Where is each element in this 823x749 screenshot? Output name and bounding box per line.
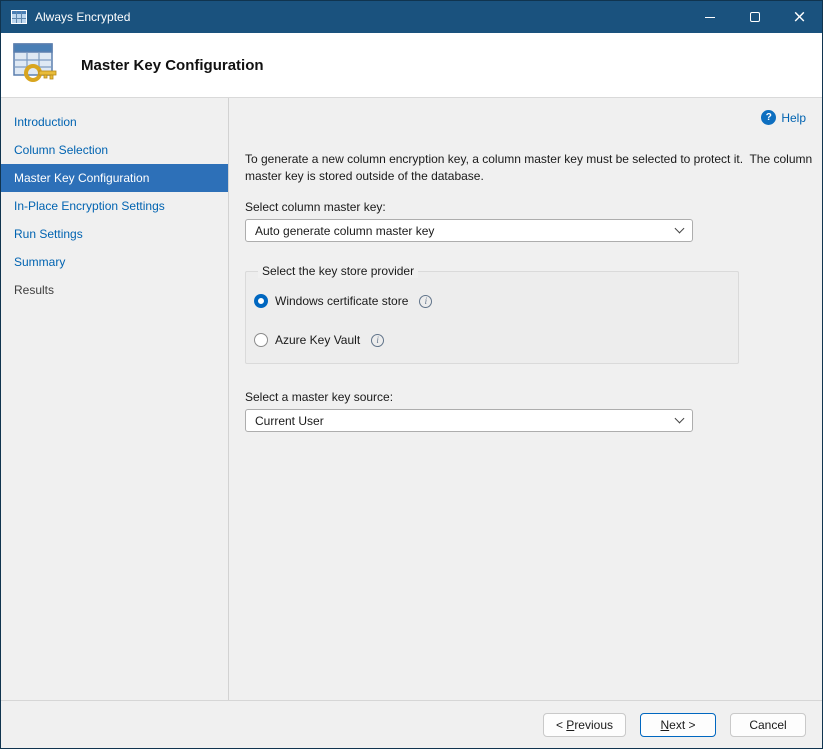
maximize-button[interactable] — [732, 1, 777, 33]
radio-selected-icon[interactable] — [254, 294, 268, 308]
app-icon — [11, 10, 27, 24]
column-master-key-value: Auto generate column master key — [255, 224, 434, 238]
help-row: ? Help — [245, 110, 806, 125]
chevron-down-icon — [675, 414, 685, 424]
titlebar: Always Encrypted × — [1, 1, 822, 33]
help-link[interactable]: ? Help — [761, 110, 806, 125]
column-master-key-combobox[interactable]: Auto generate column master key — [245, 219, 693, 242]
help-icon: ? — [761, 110, 776, 125]
sidebar-item-column-selection[interactable]: Column Selection — [1, 136, 228, 164]
master-key-source-combobox[interactable]: Current User — [245, 409, 693, 432]
always-encrypted-wizard-window: Always Encrypted × Master Key Configurat… — [0, 0, 823, 749]
radio-azure-key-vault-label: Azure Key Vault — [275, 333, 360, 347]
sidebar: Introduction Column Selection Master Key… — [1, 98, 229, 700]
content-pane: ? Help To generate a new column encrypti… — [229, 98, 822, 700]
sidebar-item-introduction[interactable]: Introduction — [1, 108, 228, 136]
master-key-source-value: Current User — [255, 414, 324, 428]
next-button[interactable]: Next > — [640, 713, 716, 737]
window-title: Always Encrypted — [35, 10, 687, 24]
sidebar-item-master-key-configuration[interactable]: Master Key Configuration — [1, 164, 228, 192]
radio-azure-key-vault[interactable]: Azure Key Vault i — [254, 333, 726, 347]
minimize-button[interactable] — [687, 1, 732, 33]
radio-windows-certificate-store[interactable]: Windows certificate store i — [254, 294, 726, 308]
sidebar-item-in-place-encryption-settings[interactable]: In-Place Encryption Settings — [1, 192, 228, 220]
close-icon: × — [792, 9, 806, 26]
key-store-provider-group-label: Select the key store provider — [258, 264, 418, 278]
page-title: Master Key Configuration — [81, 57, 264, 74]
info-icon[interactable]: i — [371, 334, 384, 347]
sidebar-item-results: Results — [1, 276, 228, 304]
radio-windows-certificate-store-label: Windows certificate store — [275, 294, 408, 308]
maximize-icon — [750, 12, 760, 22]
wizard-header: Master Key Configuration — [1, 33, 822, 98]
minimize-icon — [705, 17, 715, 18]
sidebar-item-summary[interactable]: Summary — [1, 248, 228, 276]
main-area: Introduction Column Selection Master Key… — [1, 98, 822, 700]
close-button[interactable]: × — [777, 1, 822, 33]
key-store-provider-group: Select the key store provider Windows ce… — [245, 264, 739, 364]
table-key-icon — [11, 40, 63, 91]
sidebar-item-run-settings[interactable]: Run Settings — [1, 220, 228, 248]
cancel-button[interactable]: Cancel — [730, 713, 806, 737]
chevron-down-icon — [675, 224, 685, 234]
previous-button[interactable]: < Previous — [543, 713, 626, 737]
intro-text: To generate a new column encryption key,… — [245, 151, 823, 185]
footer: < Previous Next > Cancel — [1, 700, 822, 748]
column-master-key-label: Select column master key: — [245, 200, 806, 214]
master-key-source-label: Select a master key source: — [245, 390, 806, 404]
info-icon[interactable]: i — [419, 295, 432, 308]
help-label: Help — [781, 111, 806, 125]
radio-unselected-icon[interactable] — [254, 333, 268, 347]
